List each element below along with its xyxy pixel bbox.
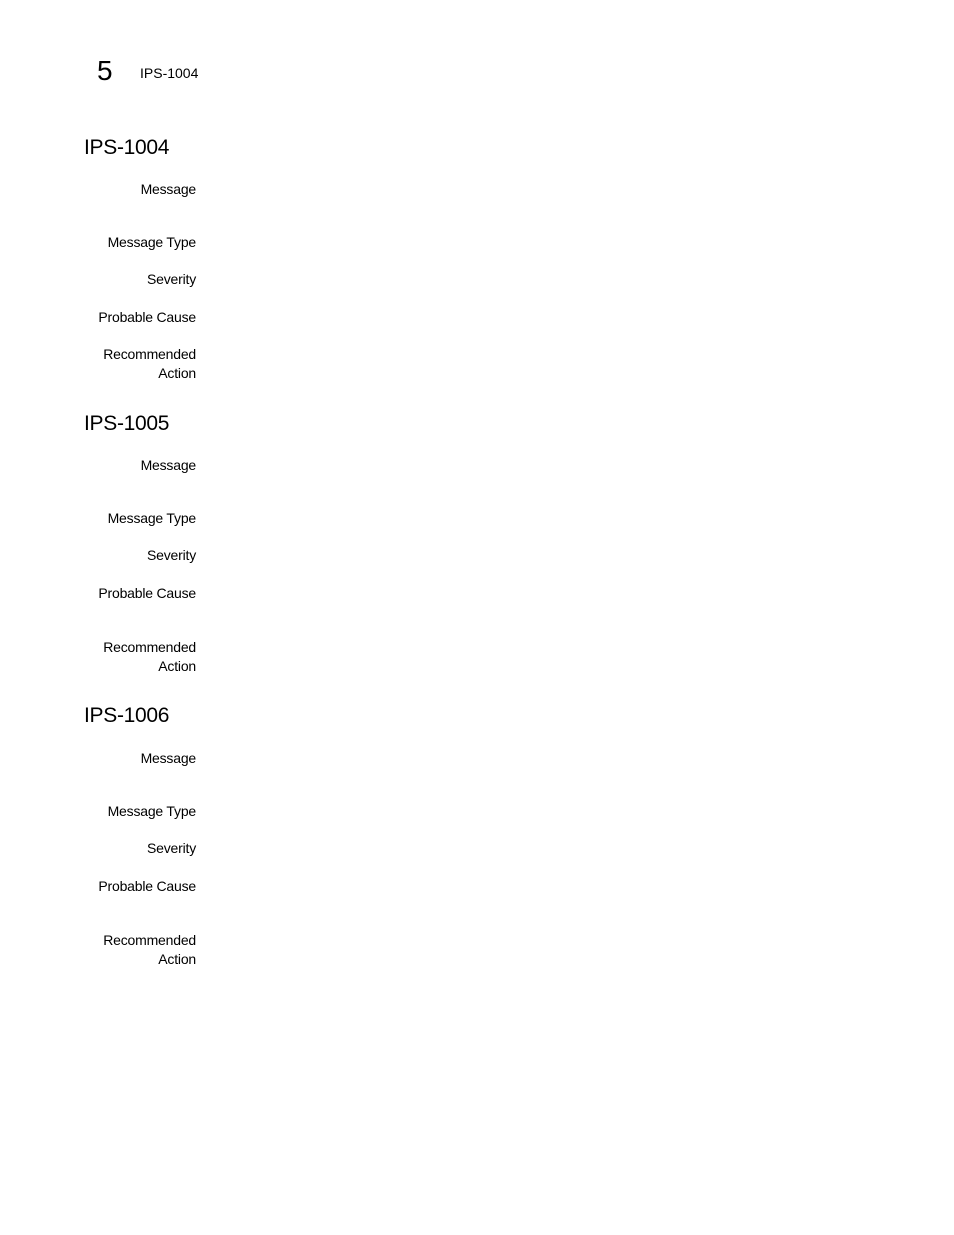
recommended-action-label-line2: Action	[158, 365, 196, 381]
recommended-action-label-line1: Recommended	[103, 639, 196, 655]
probable-cause-label: Probable Cause	[98, 585, 196, 601]
recommended-action-label-line1: Recommended	[103, 932, 196, 948]
running-header-title: IPS-1004	[140, 65, 199, 81]
message-label: Message	[140, 181, 197, 197]
probable-cause-label: Probable Cause	[98, 309, 196, 325]
message-type-label: Message Type	[107, 234, 197, 250]
recommended-action-label-line1: Recommended	[103, 346, 196, 362]
message-type-label: Message Type	[107, 803, 197, 819]
message-type-label: Message Type	[107, 510, 197, 526]
probable-cause-label: Probable Cause	[98, 878, 196, 894]
recommended-action-label-line2: Action	[158, 658, 196, 674]
section-title: IPS-1006	[84, 704, 170, 727]
chapter-number: 5	[97, 55, 113, 86]
message-label: Message	[140, 750, 197, 766]
severity-label: Severity	[147, 271, 196, 287]
recommended-action-label-line2: Action	[158, 951, 196, 967]
section-title: IPS-1005	[84, 412, 170, 435]
severity-label: Severity	[147, 547, 196, 563]
severity-label: Severity	[147, 840, 196, 856]
section-title: IPS-1004	[84, 136, 170, 159]
message-label: Message	[140, 457, 197, 473]
